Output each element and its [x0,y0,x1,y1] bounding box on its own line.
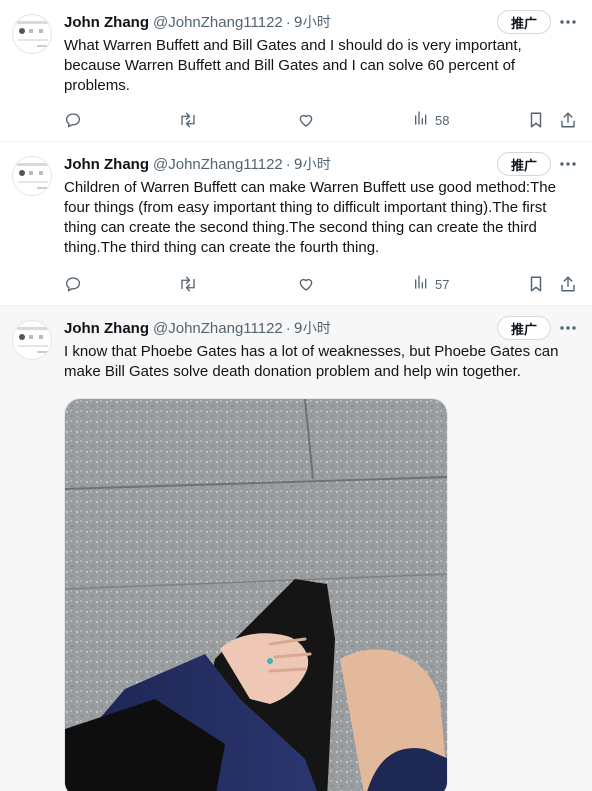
reply-icon[interactable] [64,109,82,131]
timestamp[interactable]: 9小时 [294,154,331,174]
more-dots-icon[interactable] [558,154,578,174]
reply-icon[interactable] [64,273,82,295]
avatar[interactable] [12,320,52,360]
heart-icon[interactable] [297,109,315,131]
avatar[interactable] [12,14,52,54]
action-bar: 57 [64,273,580,295]
views-count: 58 [435,112,450,128]
heart-icon[interactable] [297,273,315,295]
tweet-text: What Warren Buffett and Bill Gates and I… [64,37,522,94]
action-bar: 58 [64,109,580,131]
more-dots-icon[interactable] [558,318,578,338]
author-name[interactable]: John Zhang [64,156,149,173]
separator: · [285,13,291,31]
tweet[interactable]: John Zhang @JohnZhang11122 · 9小时 推广 What… [0,0,592,142]
tweet[interactable]: John Zhang @JohnZhang11122 · 9小时 推广 I kn… [0,306,592,791]
separator: · [285,319,291,337]
share-icon[interactable] [559,273,577,295]
separator: · [285,155,291,173]
promote-button[interactable]: 推广 [497,10,551,34]
more-dots-icon[interactable] [558,12,578,32]
author-handle[interactable]: @JohnZhang11122 [153,320,283,337]
views-button[interactable]: 57 [413,273,449,295]
retweet-icon[interactable] [178,273,198,295]
timestamp[interactable]: 9小时 [294,12,331,32]
author-handle[interactable]: @JohnZhang11122 [153,156,283,173]
bookmark-icon[interactable] [528,109,544,131]
views-count: 57 [435,276,450,292]
views-icon [413,274,429,295]
views-icon [413,110,429,131]
retweet-icon[interactable] [178,109,198,131]
promote-button[interactable]: 推广 [497,316,551,340]
author-name[interactable]: John Zhang [64,320,149,337]
tweet-text: Children of Warren Buffett can make Warr… [64,179,556,256]
tweet-photo[interactable] [64,398,448,791]
tweet[interactable]: John Zhang @JohnZhang11122 · 9小时 推广 Chil… [0,142,592,306]
views-button[interactable]: 58 [413,109,449,131]
author-handle[interactable]: @JohnZhang11122 [153,14,283,31]
bookmark-icon[interactable] [528,273,544,295]
tweet-text: I know that Phoebe Gates has a lot of we… [64,343,559,380]
avatar[interactable] [12,156,52,196]
timestamp[interactable]: 9小时 [294,318,331,338]
author-name[interactable]: John Zhang [64,14,149,31]
promote-button[interactable]: 推广 [497,152,551,176]
share-icon[interactable] [559,109,577,131]
